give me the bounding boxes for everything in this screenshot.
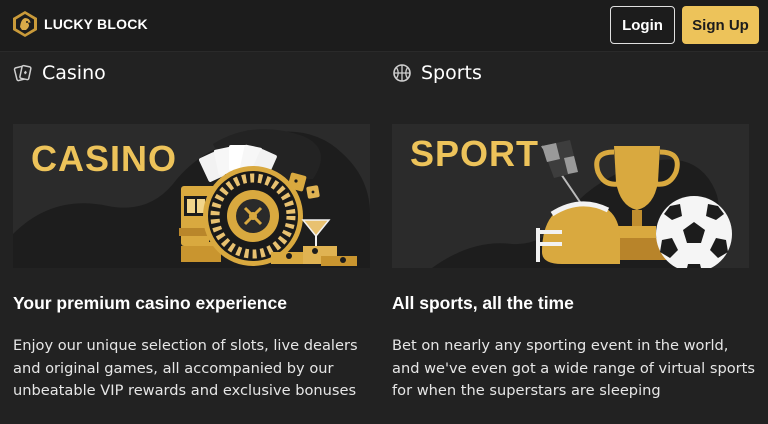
brand-logo[interactable]: LUCKY BLOCK: [11, 10, 148, 38]
casino-card-description: Enjoy our unique selection of slots, liv…: [13, 337, 358, 399]
top-navigation-bar: LUCKY BLOCK Login Sign Up: [0, 0, 768, 52]
roulette-wheel-icon: [203, 166, 303, 266]
casino-heading-label: Casino: [42, 62, 106, 84]
basketball-icon: [393, 64, 411, 82]
sports-heading-label: Sports: [421, 62, 482, 84]
casino-banner-text: CASINO: [31, 138, 177, 179]
login-button[interactable]: Login: [610, 6, 675, 44]
sports-banner[interactable]: SPORT: [392, 124, 749, 268]
casino-section-heading[interactable]: Casino: [13, 62, 106, 84]
casino-illustration: CASINO: [13, 124, 370, 268]
brand-name: LUCKY BLOCK: [44, 16, 148, 32]
sports-card-title: All sports, all the time: [392, 293, 574, 313]
signup-button[interactable]: Sign Up: [682, 6, 759, 44]
sports-card-description: Bet on nearly any sporting event in the …: [392, 337, 755, 399]
cards-icon: [13, 64, 32, 82]
sport-banner-text: SPORT: [410, 133, 539, 174]
lion-logo-icon: [13, 11, 37, 37]
sports-illustration: SPORT: [392, 124, 749, 268]
sports-section-heading[interactable]: Sports: [392, 62, 482, 84]
casino-banner[interactable]: CASINO: [13, 124, 370, 268]
casino-card-title: Your premium casino experience: [13, 293, 287, 313]
